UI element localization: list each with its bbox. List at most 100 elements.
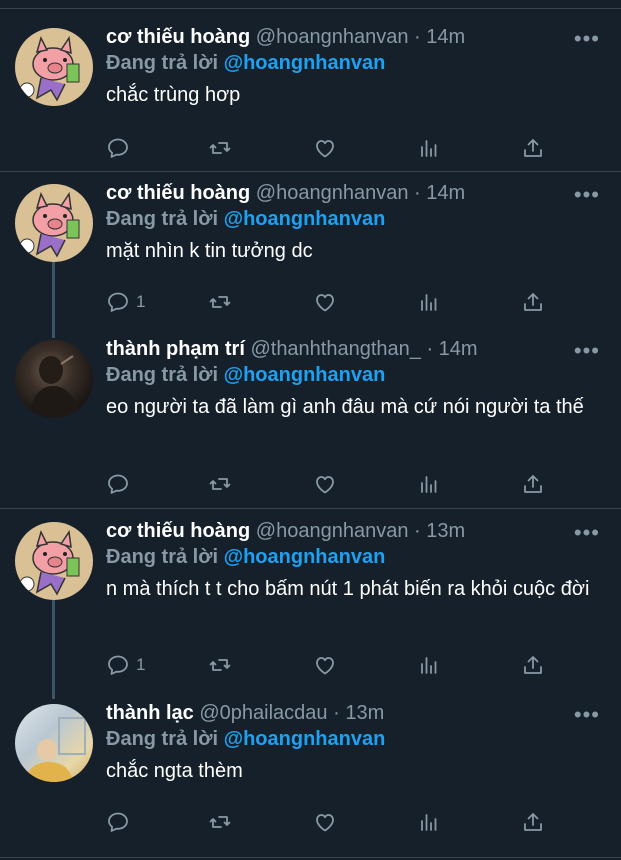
pig-avatar-illustration [19,35,80,102]
tweet-header: thành lạc @0phailacdau · 13m [106,700,601,726]
reply-label: Đang trả lời [106,52,219,74]
like-icon [316,476,334,494]
retweet-button[interactable] [208,652,232,678]
tweet-text: mặt nhìn k tin tưởng dc [106,240,313,262]
share-button[interactable] [521,135,545,161]
reply-mention-link[interactable]: @hoangnhanvan [224,208,386,230]
reply-button[interactable] [106,809,136,835]
separator [0,171,621,172]
more-icon[interactable]: ••• [574,520,600,546]
analytics-button[interactable] [417,289,441,315]
analytics-icon [421,476,437,493]
reply-label: Đang trả lời [106,364,219,386]
share-icon [524,813,542,831]
handle[interactable]: @thanhthangthan_ [250,338,420,360]
analytics-button[interactable] [417,652,441,678]
tweet-actions: 1 [106,289,546,315]
share-button[interactable] [521,809,545,835]
display-name[interactable]: cơ thiếu hoàng [106,182,250,204]
person-photo-avatar [25,717,86,782]
display-name[interactable]: cơ thiếu hoàng [106,520,250,542]
reply-icon [108,474,128,494]
like-icon [316,294,334,312]
avatar[interactable] [15,184,93,262]
retweet-button[interactable] [208,289,232,315]
handle[interactable]: @hoangnhanvan [256,26,409,48]
tweet-header: cơ thiếu hoàng @hoangnhanvan · 14m [106,180,601,206]
like-button[interactable] [313,809,337,835]
reply-label: Đang trả lời [106,546,219,568]
timestamp[interactable]: · 14m [414,26,465,48]
share-button[interactable] [521,471,545,497]
timestamp[interactable]: · 14m [426,338,477,360]
display-name[interactable]: thành phạm trí [106,338,245,360]
separator [0,857,621,858]
analytics-button[interactable] [417,809,441,835]
share-button[interactable] [521,289,545,315]
reply-button[interactable]: 1 [106,652,145,678]
analytics-icon [421,140,437,157]
avatar[interactable] [15,28,93,106]
timestamp[interactable]: · 13m [414,520,465,542]
more-icon[interactable]: ••• [574,182,600,208]
reply-mention-link[interactable]: @hoangnhanvan [224,728,386,750]
analytics-button[interactable] [417,471,441,497]
separator [0,8,621,9]
analytics-icon [421,814,437,831]
like-button[interactable] [313,135,337,161]
pig-avatar-illustration [19,529,80,596]
tweet-header: thành phạm trí @thanhthangthan_ · 14m [106,336,601,362]
retweet-icon [209,296,231,308]
tweet-text: eo người ta đã làm gì anh đâu mà cứ nói … [106,396,584,418]
reply-mention-link[interactable]: @hoangnhanvan [224,52,386,74]
reply-context: Đang trả lời @hoangnhanvan [106,726,601,752]
avatar[interactable] [15,340,93,418]
like-icon [316,657,334,675]
share-button[interactable] [521,652,545,678]
analytics-button[interactable] [417,135,441,161]
retweet-button[interactable] [208,135,232,161]
analytics-icon [421,294,437,311]
tweet-actions: 1 [106,652,546,678]
tweet-text: n mà thích t t cho bấm nút 1 phát biến r… [106,578,590,600]
retweet-icon [209,142,231,154]
thread-line [52,600,55,699]
handle[interactable]: @hoangnhanvan [256,520,409,542]
more-icon[interactable]: ••• [574,702,600,728]
like-button[interactable] [313,652,337,678]
share-icon [524,475,542,493]
more-icon[interactable]: ••• [574,26,600,52]
retweet-button[interactable] [208,809,232,835]
handle[interactable]: @0phailacdau [199,702,327,724]
display-name[interactable]: cơ thiếu hoàng [106,26,250,48]
reply-count: 1 [136,292,146,311]
like-button[interactable] [313,471,337,497]
reply-mention-link[interactable]: @hoangnhanvan [224,364,386,386]
like-button[interactable] [313,289,337,315]
avatar[interactable] [15,704,93,782]
retweet-icon [209,816,231,828]
reply-context: Đang trả lời @hoangnhanvan [106,544,601,570]
person-photo-avatar [29,355,79,418]
reply-context: Đang trả lời @hoangnhanvan [106,362,601,388]
tweet-text: chắc ngta thèm [106,760,243,782]
handle[interactable]: @hoangnhanvan [256,182,409,204]
tweet-actions [106,809,546,835]
timestamp[interactable]: · 14m [414,182,465,204]
tweet-actions [106,471,546,497]
reply-context: Đang trả lời @hoangnhanvan [106,206,601,232]
avatar[interactable] [15,522,93,600]
reply-button[interactable]: 1 [106,289,145,315]
reply-button[interactable] [106,135,136,161]
tweet-text: chắc trùng hơp [106,84,241,106]
display-name[interactable]: thành lạc [106,702,194,724]
reply-mention-link[interactable]: @hoangnhanvan [224,546,386,568]
retweet-icon [209,659,231,671]
more-icon[interactable]: ••• [574,338,600,364]
reply-count: 1 [136,655,146,674]
share-icon [524,656,542,674]
like-icon [316,814,334,832]
timestamp[interactable]: · 13m [333,702,384,724]
retweet-button[interactable] [208,471,232,497]
reply-button[interactable] [106,471,136,497]
